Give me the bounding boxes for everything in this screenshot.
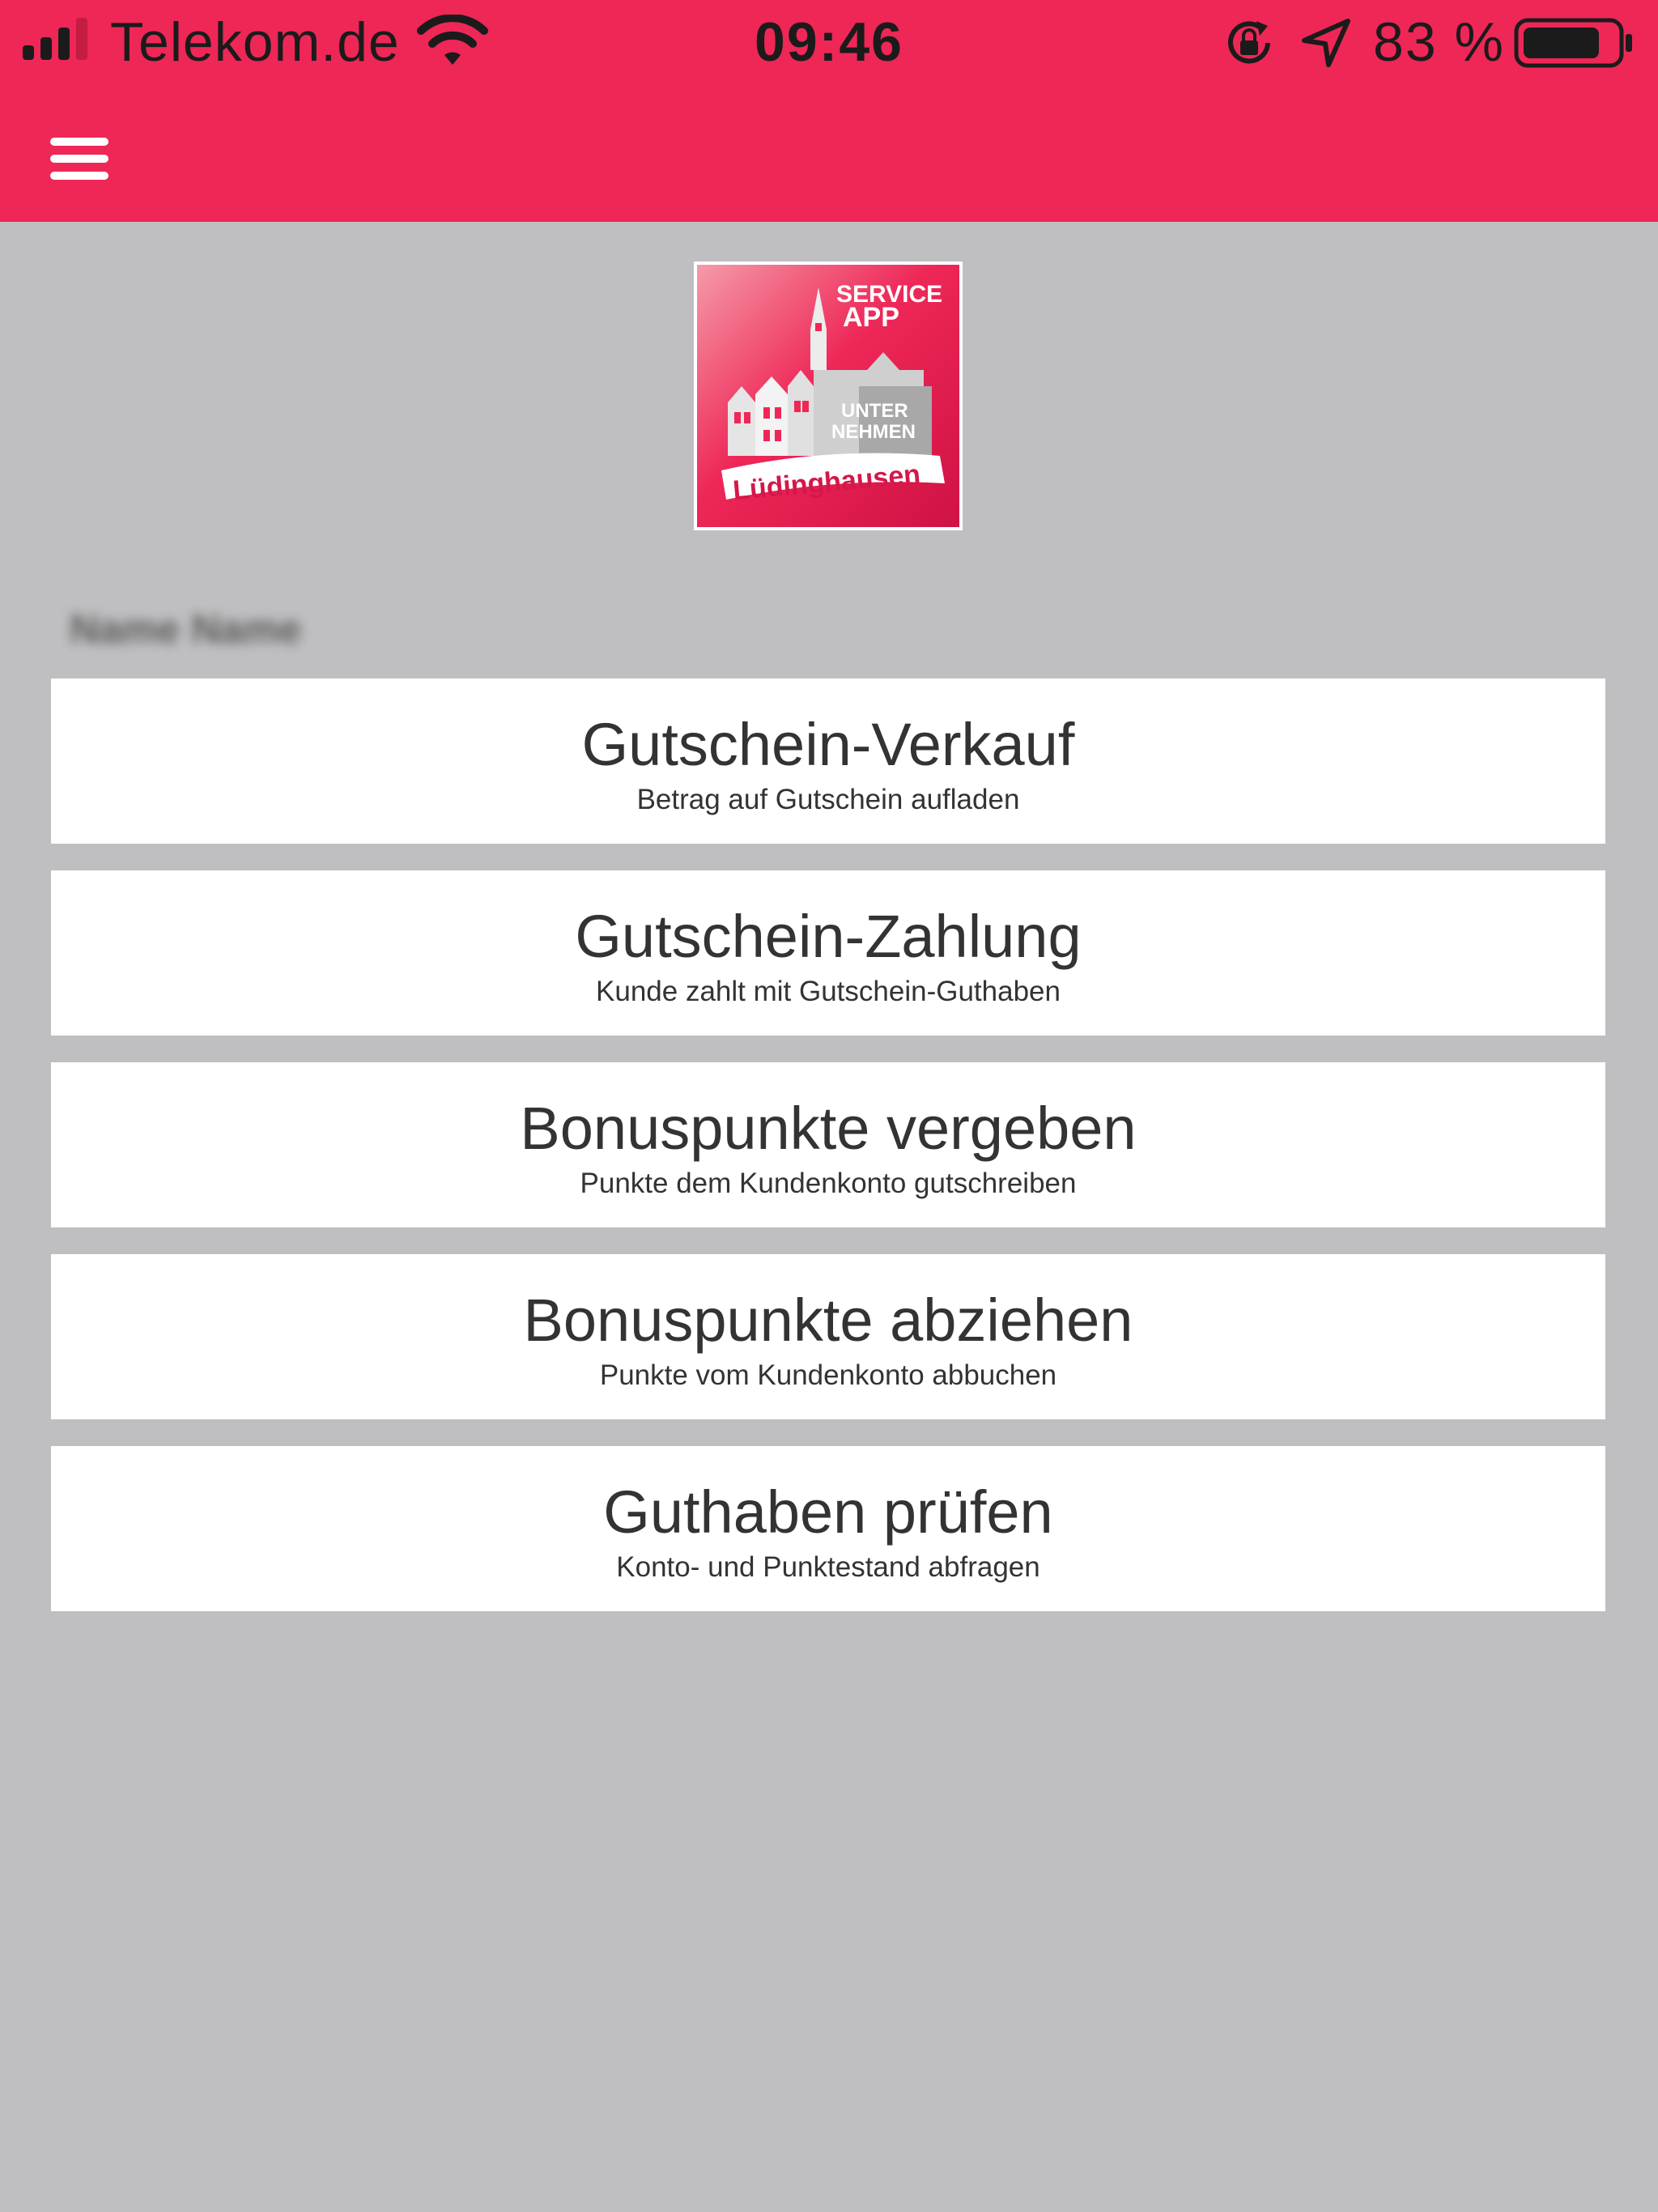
card-subtitle: Punkte vom Kundenkonto abbuchen [599, 1359, 1057, 1391]
action-list: Gutschein-Verkauf Betrag auf Gutschein a… [51, 678, 1605, 1638]
logo-text-unter: UNTER [841, 400, 908, 422]
voucher-payment-button[interactable]: Gutschein-Zahlung Kunde zahlt mit Gutsch… [51, 870, 1605, 1036]
voucher-sale-button[interactable]: Gutschein-Verkauf Betrag auf Gutschein a… [51, 678, 1605, 844]
logo-text-nehmen: NEHMEN [831, 421, 916, 443]
battery-percentage: 83 % [1373, 11, 1505, 73]
card-title: Gutschein-Zahlung [575, 903, 1082, 970]
hamburger-menu-icon[interactable] [40, 130, 121, 189]
card-subtitle: Konto- und Punktestand abfragen [616, 1551, 1040, 1583]
card-title: Gutschein-Verkauf [581, 711, 1075, 778]
card-title: Guthaben prüfen [603, 1478, 1053, 1546]
logo-text-app: APP [843, 302, 899, 333]
menu-bar [50, 155, 108, 163]
deduct-points-button[interactable]: Bonuspunkte abziehen Punkte vom Kundenko… [51, 1254, 1605, 1419]
check-balance-button[interactable]: Guthaben prüfen Konto- und Punktestand a… [51, 1446, 1605, 1611]
card-subtitle: Punkte dem Kundenkonto gutschreiben [580, 1168, 1077, 1199]
location-arrow-icon [1302, 19, 1350, 67]
card-title: Bonuspunkte vergeben [520, 1095, 1137, 1162]
card-title: Bonuspunkte abziehen [523, 1287, 1133, 1354]
menu-bar [50, 138, 108, 146]
status-bar: Telekom.de 09:46 83 % [0, 0, 1658, 89]
rotation-lock-icon [1228, 21, 1270, 64]
card-subtitle: Betrag auf Gutschein aufladen [636, 784, 1020, 815]
user-name: Name Name [70, 606, 302, 652]
app-header: Telekom.de 09:46 83 % [0, 0, 1658, 222]
menu-bar [50, 172, 108, 180]
battery-icon [1514, 18, 1632, 68]
card-subtitle: Kunde zahlt mit Gutschein-Guthaben [596, 976, 1061, 1007]
app-logo: SERVICE APP UNTER NEHMEN Lüdinghausen [694, 262, 963, 530]
award-points-button[interactable]: Bonuspunkte vergeben Punkte dem Kundenko… [51, 1062, 1605, 1227]
